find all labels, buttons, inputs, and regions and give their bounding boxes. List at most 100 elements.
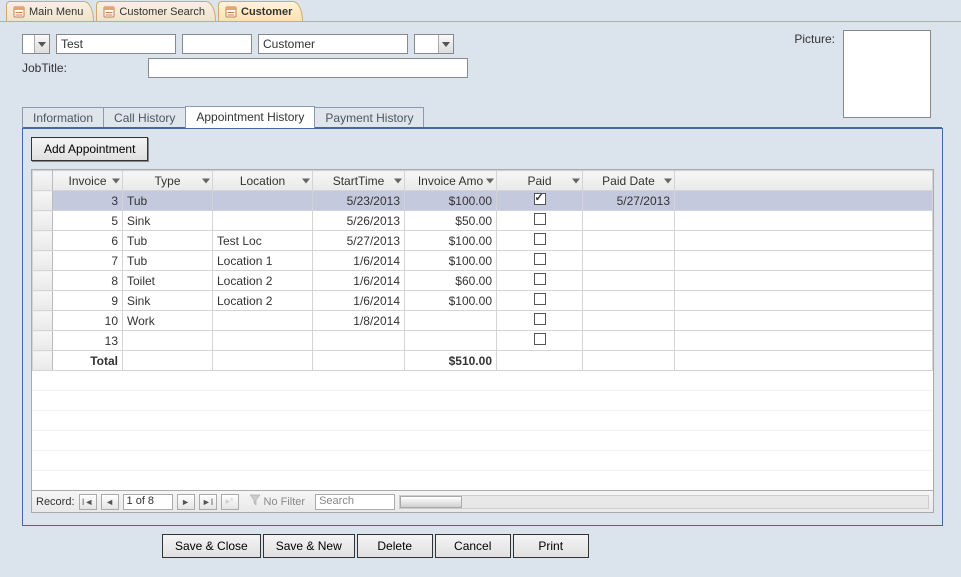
row-selector[interactable] [33,231,53,251]
cell-invoice[interactable]: 3 [53,191,123,211]
cell-invoice[interactable]: 6 [53,231,123,251]
last-name-input[interactable]: Customer [258,34,408,54]
cell-location[interactable] [213,211,313,231]
add-appointment-button[interactable]: Add Appointment [31,137,148,161]
cell-paid[interactable] [497,291,583,311]
cell-paid[interactable] [497,231,583,251]
cell-starttime[interactable]: 1/6/2014 [313,291,405,311]
cell-paid-date[interactable] [583,231,675,251]
col-header-type[interactable]: Type [123,171,213,191]
nav-first-button[interactable]: I◄ [79,494,97,510]
first-name-input[interactable]: Test [56,34,176,54]
checkbox[interactable] [534,213,546,225]
tab-appointment-history[interactable]: Appointment History [185,106,315,128]
checkbox[interactable] [534,273,546,285]
cell-starttime[interactable]: 1/6/2014 [313,251,405,271]
record-position[interactable]: 1 of 8 [123,494,173,510]
row-selector[interactable] [33,291,53,311]
print-button[interactable]: Print [513,534,589,558]
chevron-down-icon[interactable] [664,178,672,183]
cell-amount[interactable] [405,331,497,351]
row-selector[interactable] [33,271,53,291]
cell-location[interactable] [213,191,313,211]
nav-prev-button[interactable]: ◄ [101,494,119,510]
nav-tab-customer-search[interactable]: Customer Search [96,1,216,21]
row-selector[interactable] [33,191,53,211]
row-selector[interactable] [33,331,53,351]
chevron-down-icon[interactable] [438,35,453,53]
cell-paid[interactable] [497,331,583,351]
cell-paid-date[interactable]: 5/27/2013 [583,191,675,211]
cell-type[interactable]: Sink [123,291,213,311]
cell-invoice[interactable]: 5 [53,211,123,231]
nav-tab-customer[interactable]: Customer [218,1,303,21]
nav-last-button[interactable]: ►I [199,494,217,510]
nav-new-button[interactable]: ▸* [221,494,239,510]
chevron-down-icon[interactable] [486,178,494,183]
col-header-invoice-amo[interactable]: Invoice Amo [405,171,497,191]
tab-information[interactable]: Information [22,107,104,128]
cell-location[interactable]: Test Loc [213,231,313,251]
table-row[interactable]: 5Sink5/26/2013$50.00 [33,211,933,231]
checkbox[interactable] [534,293,546,305]
checkbox[interactable] [534,193,546,205]
cell-paid-date[interactable] [583,311,675,331]
cell-starttime[interactable]: 1/6/2014 [313,271,405,291]
chevron-down-icon[interactable] [572,178,580,183]
chevron-down-icon[interactable] [112,178,120,183]
cell-paid-date[interactable] [583,211,675,231]
table-row[interactable]: 10Work1/8/2014 [33,311,933,331]
checkbox[interactable] [534,313,546,325]
cell-starttime[interactable]: 5/26/2013 [313,211,405,231]
table-row[interactable]: 9SinkLocation 21/6/2014$100.00 [33,291,933,311]
cell-starttime[interactable]: 5/23/2013 [313,191,405,211]
cell-amount[interactable]: $100.00 [405,231,497,251]
table-row[interactable]: 13 [33,331,933,351]
chevron-down-icon[interactable] [394,178,402,183]
cell-starttime[interactable] [313,331,405,351]
cell-type[interactable]: Tub [123,251,213,271]
checkbox[interactable] [534,253,546,265]
chevron-down-icon[interactable] [34,35,49,53]
cell-invoice[interactable]: 10 [53,311,123,331]
col-header-paid-date[interactable]: Paid Date [583,171,675,191]
nav-tab-main-menu[interactable]: Main Menu [6,1,94,21]
middle-name-input[interactable] [182,34,252,54]
prefix-dropdown[interactable] [22,34,50,54]
save-new-button[interactable]: Save & New [263,534,355,558]
cell-paid-date[interactable] [583,291,675,311]
cell-paid-date[interactable] [583,251,675,271]
col-header-location[interactable]: Location [213,171,313,191]
cell-type[interactable] [123,331,213,351]
search-box[interactable]: Search [315,494,395,510]
cell-type[interactable]: Tub [123,191,213,211]
cell-location[interactable] [213,311,313,331]
cell-amount[interactable]: $100.00 [405,251,497,271]
table-row[interactable]: 6TubTest Loc5/27/2013$100.00 [33,231,933,251]
checkbox[interactable] [534,233,546,245]
chevron-down-icon[interactable] [202,178,210,183]
chevron-down-icon[interactable] [302,178,310,183]
cell-amount[interactable]: $100.00 [405,191,497,211]
nav-next-button[interactable]: ► [177,494,195,510]
cell-invoice[interactable]: 7 [53,251,123,271]
cell-type[interactable]: Sink [123,211,213,231]
picture-box[interactable] [843,30,931,118]
delete-button[interactable]: Delete [357,534,433,558]
cell-location[interactable]: Location 1 [213,251,313,271]
cell-location[interactable]: Location 2 [213,271,313,291]
col-header-paid[interactable]: Paid [497,171,583,191]
cell-amount[interactable]: $100.00 [405,291,497,311]
cell-invoice[interactable]: 13 [53,331,123,351]
cell-starttime[interactable]: 5/27/2013 [313,231,405,251]
cell-invoice[interactable]: 9 [53,291,123,311]
select-all-corner[interactable] [33,171,53,191]
cancel-button[interactable]: Cancel [435,534,511,558]
cell-paid-date[interactable] [583,271,675,291]
cell-paid[interactable] [497,211,583,231]
jobtitle-input[interactable] [148,58,468,78]
table-row[interactable]: 8ToiletLocation 21/6/2014$60.00 [33,271,933,291]
cell-paid-date[interactable] [583,331,675,351]
horizontal-scrollbar[interactable] [399,495,929,509]
cell-location[interactable]: Location 2 [213,291,313,311]
